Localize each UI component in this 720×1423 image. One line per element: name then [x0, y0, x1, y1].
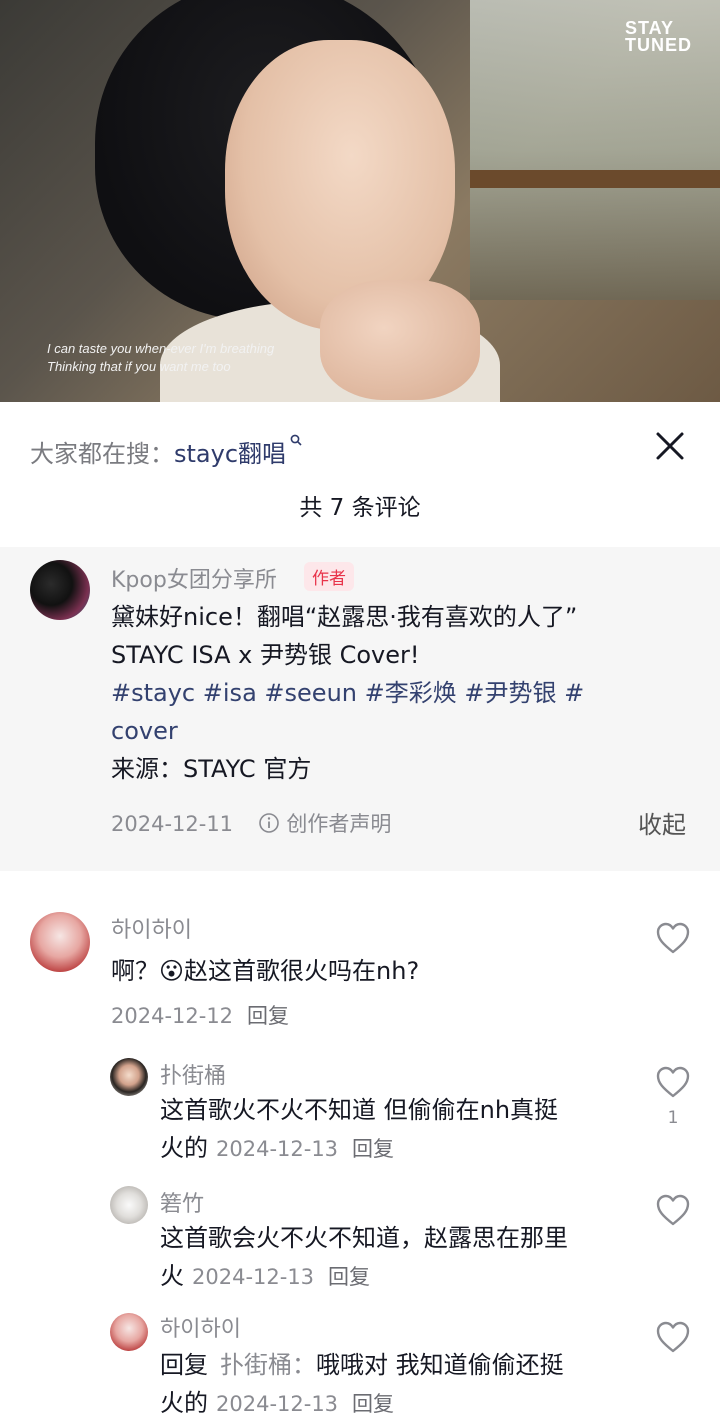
like-count: 1	[667, 1108, 679, 1128]
reply-text: 这首歌会火不火不知道，赵露思在那里 火 2024-12-13 回复	[160, 1224, 568, 1290]
stay-tuned-logo: STAY TUNED	[625, 18, 692, 55]
post-text-line-2: STAYC ISA x 尹势银 Cover!	[111, 641, 420, 669]
hashtag[interactable]: #	[564, 679, 584, 707]
hashtag[interactable]: #seeun	[264, 679, 357, 707]
comment-username[interactable]: 하이하이	[111, 912, 192, 944]
author-post-meta: 2024-12-11 创作者声明	[111, 808, 391, 839]
hashtag-row: #stayc #isa #seeun #李彩焕 #尹势银 #	[111, 674, 691, 712]
avatar[interactable]	[110, 1313, 148, 1351]
reply-username[interactable]: 扑街桶	[160, 1058, 226, 1090]
reply-date: 2024-12-13	[216, 1392, 339, 1416]
hashtag[interactable]: #李彩焕	[365, 679, 457, 707]
reply-username[interactable]: 하이하이	[160, 1311, 241, 1343]
reply-text: 这首歌火不火不知道 但偷偷在nh真挺 火的 2024-12-13 回复	[160, 1096, 559, 1162]
heart-icon[interactable]	[655, 921, 691, 955]
comment-text: 啊？😮赵这首歌很火吗在nh?	[111, 957, 420, 985]
heart-icon[interactable]	[655, 1193, 691, 1227]
search-suggestion[interactable]: 大家都在搜：stayc翻唱	[30, 434, 302, 469]
creator-statement-link[interactable]: 创作者声明	[286, 812, 391, 836]
hashtag[interactable]: #stayc	[111, 679, 195, 707]
avatar[interactable]	[110, 1186, 148, 1224]
post-date: 2024-12-11	[111, 812, 234, 836]
reply-date: 2024-12-13	[216, 1137, 339, 1161]
search-icon	[286, 434, 302, 450]
reply-username[interactable]: 箬竹	[160, 1186, 204, 1218]
video-player[interactable]: STAY TUNED I can taste you when-ever I'm…	[0, 0, 720, 402]
author-username[interactable]: Kpop女团分享所	[111, 562, 277, 594]
heart-icon[interactable]	[655, 1065, 691, 1099]
reply-button[interactable]: 回复	[328, 1265, 370, 1289]
reply-text: 回复 扑街桶：哦哦对 我知道偷偷还挺 火的 2024-12-13 回复	[160, 1351, 564, 1417]
avatar[interactable]	[30, 560, 90, 620]
reply-button[interactable]: 回复	[352, 1137, 394, 1161]
reply-button[interactable]: 回复	[247, 1004, 289, 1028]
author-badge: 作者	[304, 562, 354, 591]
comment-date: 2024-12-12	[111, 1004, 234, 1028]
search-keyword[interactable]: stayc翻唱	[174, 440, 286, 468]
info-icon	[258, 812, 280, 839]
comment-count: 共 7 条评论	[299, 495, 421, 521]
search-prefix: 大家都在搜：	[30, 440, 174, 468]
comment-meta: 2024-12-12 回复	[111, 1000, 289, 1030]
avatar[interactable]	[110, 1058, 148, 1096]
heart-icon[interactable]	[655, 1320, 691, 1354]
collapse-button[interactable]: 收起	[638, 805, 686, 840]
lyric-line-1: I can taste you when-ever I'm breathing	[47, 341, 275, 356]
lyric-line-2: Thinking that if you want me too	[47, 359, 231, 374]
reply-button[interactable]: 回复	[352, 1392, 394, 1416]
post-text-line-1: 黛妹好nice！翻唱“赵露思·我有喜欢的人了”	[111, 603, 578, 631]
author-post-text: 黛妹好nice！翻唱“赵露思·我有喜欢的人了” STAYC ISA x 尹势银 …	[111, 598, 691, 788]
background-window-frame	[470, 170, 720, 188]
person-hand	[320, 280, 480, 400]
hashtag[interactable]: cover	[111, 717, 178, 745]
reply-date: 2024-12-13	[192, 1265, 315, 1289]
hashtag[interactable]: #尹势银	[464, 679, 556, 707]
post-source: 来源：STAYC 官方	[111, 755, 312, 783]
emoji-icon: 😮	[159, 957, 185, 985]
close-icon[interactable]	[652, 428, 688, 464]
reply-to-username[interactable]: 扑街桶：	[220, 1351, 316, 1379]
hashtag[interactable]: #isa	[203, 679, 257, 707]
avatar[interactable]	[30, 912, 90, 972]
video-lyrics: I can taste you when-ever I'm breathing …	[47, 340, 274, 376]
